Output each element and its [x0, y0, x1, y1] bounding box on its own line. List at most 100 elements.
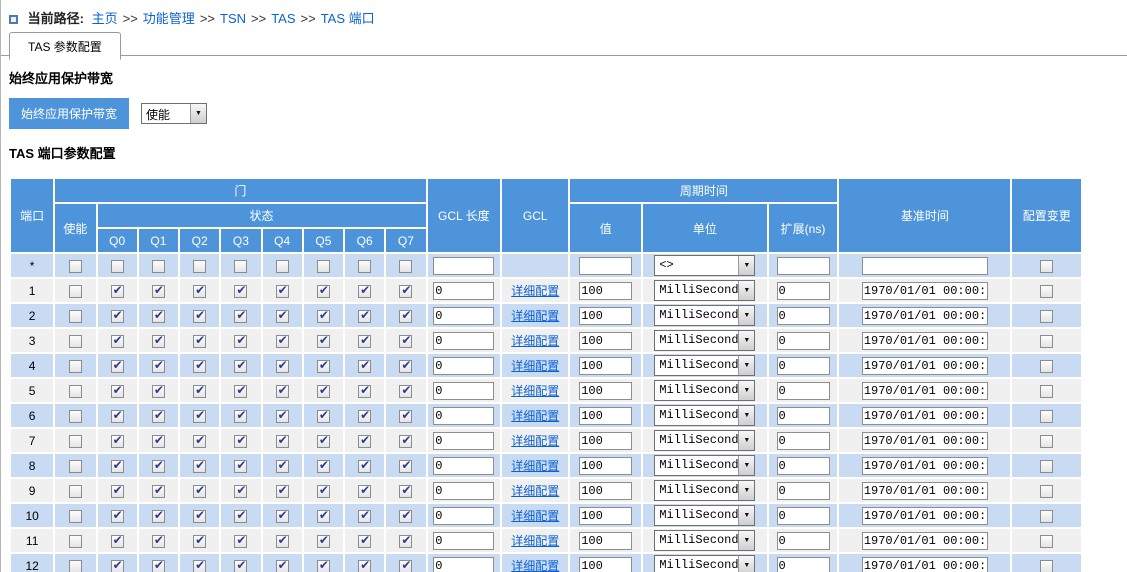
queue-q7-checkbox[interactable] [399, 385, 412, 398]
queue-q1-checkbox[interactable] [152, 435, 165, 448]
queue-q3-checkbox[interactable] [234, 360, 247, 373]
apply-guard-band-button[interactable]: 始终应用保护带宽 [9, 98, 129, 129]
gate-enable-checkbox[interactable] [69, 335, 82, 348]
gate-enable-checkbox[interactable] [69, 360, 82, 373]
base-time-input[interactable] [862, 357, 988, 375]
gcl-detail-link[interactable]: 详细配置 [511, 384, 559, 398]
base-time-input[interactable] [862, 332, 988, 350]
queue-q1-checkbox[interactable] [152, 285, 165, 298]
gcl-length-input[interactable] [433, 432, 494, 450]
cycle-value-input[interactable] [579, 307, 632, 325]
queue-q3-checkbox[interactable] [234, 285, 247, 298]
queue-q7-checkbox[interactable] [399, 510, 412, 523]
queue-q0-checkbox[interactable] [111, 260, 124, 273]
queue-q5-checkbox[interactable] [317, 435, 330, 448]
queue-q7-checkbox[interactable] [399, 335, 412, 348]
breadcrumb-link[interactable]: 主页 [92, 11, 118, 26]
breadcrumb-link[interactable]: TSN [220, 11, 246, 26]
gcl-detail-link[interactable]: 详细配置 [511, 559, 559, 572]
queue-q0-checkbox[interactable] [111, 310, 124, 323]
base-time-input[interactable] [862, 282, 988, 300]
queue-q4-checkbox[interactable] [276, 485, 289, 498]
cycle-value-input[interactable] [579, 282, 632, 300]
queue-q4-checkbox[interactable] [276, 560, 289, 572]
cycle-unit-select[interactable]: MilliSeconds ▼ [654, 505, 755, 526]
gcl-length-input[interactable] [433, 357, 494, 375]
queue-q6-checkbox[interactable] [358, 385, 371, 398]
config-change-checkbox[interactable] [1040, 310, 1053, 323]
queue-q4-checkbox[interactable] [276, 535, 289, 548]
queue-q4-checkbox[interactable] [276, 410, 289, 423]
gcl-detail-link[interactable]: 详细配置 [511, 484, 559, 498]
gcl-length-input[interactable] [433, 282, 494, 300]
gate-enable-checkbox[interactable] [69, 535, 82, 548]
cycle-value-input[interactable] [579, 482, 632, 500]
breadcrumb-link[interactable]: TAS 端口 [321, 11, 375, 26]
gate-enable-checkbox[interactable] [69, 310, 82, 323]
queue-q7-checkbox[interactable] [399, 485, 412, 498]
queue-q0-checkbox[interactable] [111, 285, 124, 298]
queue-q0-checkbox[interactable] [111, 460, 124, 473]
config-change-checkbox[interactable] [1040, 560, 1053, 572]
queue-q0-checkbox[interactable] [111, 360, 124, 373]
queue-q6-checkbox[interactable] [358, 460, 371, 473]
gcl-detail-link[interactable]: 详细配置 [511, 334, 559, 348]
queue-q2-checkbox[interactable] [193, 385, 206, 398]
breadcrumb-link[interactable]: 功能管理 [143, 11, 195, 26]
queue-q4-checkbox[interactable] [276, 285, 289, 298]
cycle-unit-select[interactable]: MilliSeconds ▼ [654, 355, 755, 376]
queue-q2-checkbox[interactable] [193, 260, 206, 273]
queue-q2-checkbox[interactable] [193, 410, 206, 423]
queue-q7-checkbox[interactable] [399, 310, 412, 323]
config-change-checkbox[interactable] [1040, 285, 1053, 298]
extension-input[interactable] [777, 457, 830, 475]
queue-q1-checkbox[interactable] [152, 335, 165, 348]
queue-q2-checkbox[interactable] [193, 435, 206, 448]
queue-q0-checkbox[interactable] [111, 435, 124, 448]
extension-input[interactable] [777, 357, 830, 375]
queue-q4-checkbox[interactable] [276, 460, 289, 473]
queue-q1-checkbox[interactable] [152, 360, 165, 373]
queue-q6-checkbox[interactable] [358, 510, 371, 523]
queue-q1-checkbox[interactable] [152, 410, 165, 423]
queue-q0-checkbox[interactable] [111, 560, 124, 572]
queue-q3-checkbox[interactable] [234, 460, 247, 473]
extension-input[interactable] [777, 382, 830, 400]
gcl-length-input[interactable] [433, 257, 494, 275]
base-time-input[interactable] [862, 507, 988, 525]
config-change-checkbox[interactable] [1040, 360, 1053, 373]
gate-enable-checkbox[interactable] [69, 560, 82, 572]
gate-enable-checkbox[interactable] [69, 385, 82, 398]
cycle-value-input[interactable] [579, 257, 632, 275]
extension-input[interactable] [777, 282, 830, 300]
base-time-input[interactable] [862, 532, 988, 550]
queue-q0-checkbox[interactable] [111, 335, 124, 348]
base-time-input[interactable] [862, 482, 988, 500]
cycle-unit-select[interactable]: MilliSeconds ▼ [654, 330, 755, 351]
gcl-length-input[interactable] [433, 532, 494, 550]
base-time-input[interactable] [862, 407, 988, 425]
queue-q3-checkbox[interactable] [234, 385, 247, 398]
queue-q6-checkbox[interactable] [358, 260, 371, 273]
queue-q2-checkbox[interactable] [193, 460, 206, 473]
queue-q3-checkbox[interactable] [234, 435, 247, 448]
gcl-length-input[interactable] [433, 482, 494, 500]
cycle-unit-select[interactable]: MilliSeconds ▼ [654, 405, 755, 426]
queue-q6-checkbox[interactable] [358, 485, 371, 498]
queue-q2-checkbox[interactable] [193, 510, 206, 523]
queue-q7-checkbox[interactable] [399, 285, 412, 298]
cycle-unit-select[interactable]: MilliSeconds ▼ [654, 455, 755, 476]
queue-q4-checkbox[interactable] [276, 360, 289, 373]
queue-q4-checkbox[interactable] [276, 260, 289, 273]
cycle-unit-select[interactable]: MilliSeconds ▼ [654, 480, 755, 501]
gcl-detail-link[interactable]: 详细配置 [511, 409, 559, 423]
gcl-detail-link[interactable]: 详细配置 [511, 534, 559, 548]
cycle-unit-select[interactable]: MilliSeconds ▼ [654, 530, 755, 551]
queue-q5-checkbox[interactable] [317, 285, 330, 298]
gcl-length-input[interactable] [433, 307, 494, 325]
gcl-detail-link[interactable]: 详细配置 [511, 309, 559, 323]
queue-q6-checkbox[interactable] [358, 535, 371, 548]
gate-enable-checkbox[interactable] [69, 285, 82, 298]
queue-q7-checkbox[interactable] [399, 535, 412, 548]
cycle-unit-select[interactable]: MilliSeconds ▼ [654, 305, 755, 326]
